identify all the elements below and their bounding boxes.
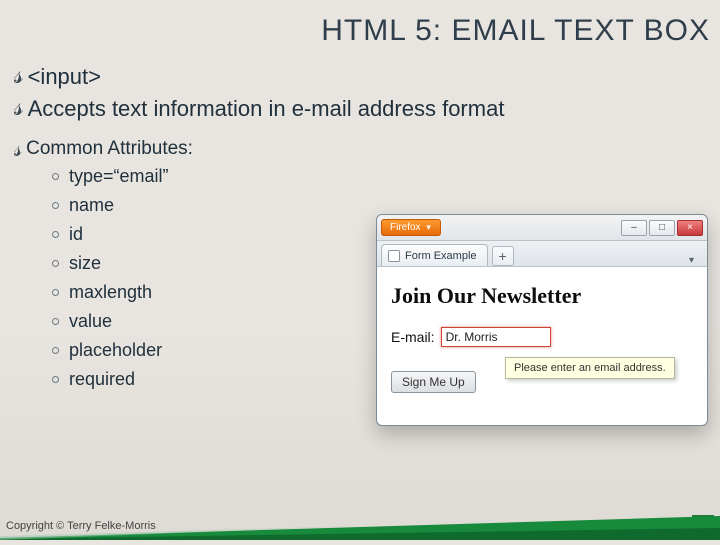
bullet-common-attrs: 𝓈 Common Attributes: (14, 138, 720, 160)
new-tab-button[interactable]: + (492, 246, 514, 266)
attr-label: value (69, 311, 112, 332)
browser-window: Firefox ▼ – □ × Form Example + ▾ Join Ou… (376, 214, 708, 426)
ring-icon (52, 202, 59, 209)
copyright-text: Copyright © Terry Felke-Morris (6, 520, 156, 532)
ring-icon (52, 231, 59, 238)
slide-accent (0, 498, 720, 540)
maximize-button[interactable]: □ (649, 220, 675, 236)
tab-label: Form Example (405, 250, 477, 262)
email-label: E-mail: (391, 329, 435, 345)
attr-label: name (69, 195, 114, 216)
attr-label: required (69, 369, 135, 390)
list-item: type=“email” (52, 166, 720, 187)
email-field[interactable] (441, 327, 551, 347)
ring-icon (52, 173, 59, 180)
tabs-dropdown-icon[interactable]: ▾ (689, 255, 703, 266)
tab-bar: Form Example + ▾ (377, 241, 707, 267)
ring-icon (52, 318, 59, 325)
browser-name: Firefox (390, 222, 421, 233)
bullet-accepts: 𝓈 Accepts text information in e-mail add… (14, 96, 534, 122)
favicon-icon (388, 250, 400, 262)
attr-label: maxlength (69, 282, 152, 303)
slide-title: HTML 5: EMAIL TEXT BOX (0, 0, 720, 48)
attr-label: id (69, 224, 83, 245)
minimize-button[interactable]: – (621, 220, 647, 236)
submit-button[interactable]: Sign Me Up (391, 371, 476, 393)
validation-tooltip: Please enter an email address. (505, 357, 675, 379)
ring-icon (52, 260, 59, 267)
bullet-text: Accepts text information in e-mail addre… (28, 96, 505, 122)
page-body: Join Our Newsletter E-mail: Sign Me Up (377, 267, 707, 403)
bullet-input-tag: 𝓈 <input> (14, 64, 720, 90)
window-titlebar[interactable]: Firefox ▼ – □ × (377, 215, 707, 241)
ring-icon (52, 376, 59, 383)
bullet-text: Common Attributes: (26, 138, 193, 160)
attr-label: size (69, 253, 101, 274)
page-heading: Join Our Newsletter (391, 283, 693, 309)
bullet-icon: 𝓈 (14, 138, 22, 160)
chevron-down-icon: ▼ (425, 223, 433, 232)
attr-label: placeholder (69, 340, 162, 361)
attr-label: type=“email” (69, 166, 169, 187)
bullet-icon: 𝓈 (14, 64, 24, 86)
bullet-text: <input> (28, 64, 101, 90)
ring-icon (52, 289, 59, 296)
bullet-icon: 𝓈 (14, 96, 24, 118)
list-item: name (52, 195, 720, 216)
browser-tab[interactable]: Form Example (381, 244, 488, 266)
email-row: E-mail: (391, 327, 693, 347)
window-buttons: – □ × (621, 220, 703, 236)
page-number: 40 (692, 515, 714, 534)
firefox-badge[interactable]: Firefox ▼ (381, 219, 441, 236)
ring-icon (52, 347, 59, 354)
close-button[interactable]: × (677, 220, 703, 236)
